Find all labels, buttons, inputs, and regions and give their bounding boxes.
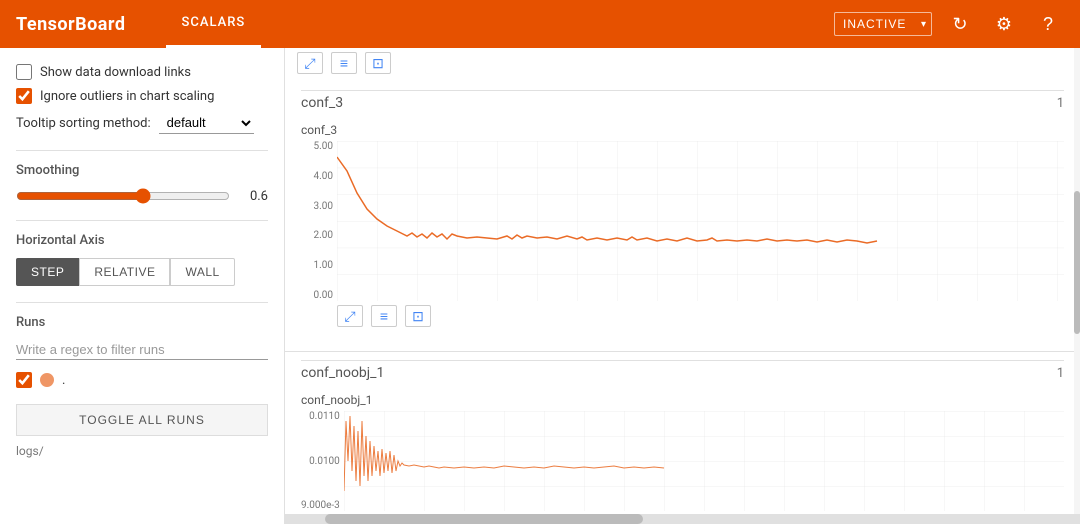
settings-button[interactable]: ⚙ [988,8,1020,40]
tooltip-sort-select[interactable]: default ascending descending nearest [159,112,254,134]
divider-3 [16,302,268,303]
tooltip-sorting-label: Tooltip sorting method: [16,116,151,131]
chart-section-count-conf3: 1 [1057,96,1064,111]
chart-section-conf3: conf_3 1 conf_3 5.00 4.00 3.00 2.00 1.00… [285,82,1080,352]
chart-header-conf3: conf_3 1 [301,90,1064,115]
chart-y-labels-conf3: 5.00 4.00 3.00 2.00 1.00 0.00 [301,141,337,301]
run-label: . [62,373,65,388]
legend-icon: ≡ [340,55,348,71]
ignore-outliers-label: Ignore outliers in chart scaling [40,89,214,104]
run-checkbox[interactable] [16,372,32,388]
logs-path: logs/ [16,444,268,458]
chart-title-conf3: conf_3 [301,123,1064,137]
smoothing-label: Smoothing [16,163,268,178]
y-label-noobj: 0.0110 [309,411,340,422]
divider-1 [16,150,268,151]
help-icon: ? [1043,14,1053,35]
gear-icon: ⚙ [996,14,1012,35]
runs-filter-input[interactable] [16,340,268,360]
legend-icon-button[interactable]: ≡ [331,52,357,74]
refresh-icon: ↻ [952,14,967,35]
refresh-button[interactable]: ↻ [944,8,976,40]
topbar-nav: SCALARS [166,0,262,48]
chart-area-conf3[interactable] [337,141,1064,301]
smoothing-value: 0.6 [240,189,268,204]
expand-icon-button[interactable]: ⤢ [297,52,323,74]
fit-icon-2: ⊡ [412,308,424,325]
divider-2 [16,220,268,221]
toggle-all-runs-button[interactable]: TOGGLE ALL RUNS [16,404,268,436]
layout: Show data download links Ignore outliers… [0,48,1080,524]
run-item: . [16,372,268,388]
y-label: 1.00 [314,260,334,271]
fit-icon-button-2[interactable]: ⊡ [405,305,431,327]
y-label: 3.00 [314,201,334,212]
chart-header-conf-noobj1: conf_noobj_1 1 [301,360,1064,385]
display-options: Show data download links Ignore outliers… [16,64,268,134]
runs-label: Runs [16,315,268,330]
tooltip-row: Tooltip sorting method: default ascendin… [16,112,268,134]
help-button[interactable]: ? [1032,8,1064,40]
fit-icon: ⊡ [372,55,384,72]
show-data-links-label: Show data download links [40,65,191,80]
runs-section: Runs . [16,315,268,388]
chart-toolbar-top: ⤢ ≡ ⊡ [285,48,1080,82]
smoothing-slider-row: 0.6 [16,188,268,204]
topbar-right: INACTIVE ▾ ↻ ⚙ ? [834,8,1064,40]
ignore-outliers-checkbox[interactable] [16,88,32,104]
inactive-wrapper: INACTIVE ▾ [834,12,932,36]
axis-buttons: STEP RELATIVE WALL [16,258,268,286]
main-content: ⤢ ≡ ⊡ conf_3 1 conf_3 5.00 4.00 3.00 2.0… [285,48,1080,524]
run-color-indicator [40,373,54,387]
chart-section-count-noobj: 1 [1057,366,1064,381]
expand-icon-2: ⤢ [344,308,355,325]
chart-toolbar-conf3: ⤢ ≡ ⊡ [301,301,1064,335]
chart-y-labels-noobj: 0.0110 0.0100 9.000e-3 [301,411,344,511]
inactive-select[interactable]: INACTIVE [834,12,932,36]
expand-icon: ⤢ [304,55,315,72]
horizontal-axis-label: Horizontal Axis [16,233,268,248]
smoothing-section: Smoothing 0.6 [16,163,268,204]
chart-section-title-conf3: conf_3 [301,95,343,111]
chart-section-conf-noobj1: conf_noobj_1 1 conf_noobj_1 0.0110 0.010… [285,352,1080,524]
show-data-links-row[interactable]: Show data download links [16,64,268,80]
chart-wrapper-noobj: 0.0110 0.0100 9.000e-3 [301,411,1064,511]
axis-step-button[interactable]: STEP [16,258,79,286]
chart-section-title-noobj: conf_noobj_1 [301,365,384,381]
chart-wrapper-conf3: 5.00 4.00 3.00 2.00 1.00 0.00 [301,141,1064,301]
axis-wall-button[interactable]: WALL [170,258,234,286]
expand-icon-button-2[interactable]: ⤢ [337,305,363,327]
ignore-outliers-row[interactable]: Ignore outliers in chart scaling [16,88,268,104]
y-label: 0.00 [314,290,334,301]
chart-title-noobj: conf_noobj_1 [301,393,1064,407]
smoothing-slider[interactable] [16,188,230,204]
horizontal-scrollbar[interactable] [285,514,1080,524]
fit-icon-button[interactable]: ⊡ [365,52,391,74]
y-label-noobj: 0.0100 [309,456,340,467]
y-label-noobj: 9.000e-3 [301,500,340,511]
y-label: 5.00 [314,141,334,152]
legend-icon-2: ≡ [380,308,388,324]
y-label: 2.00 [314,230,334,241]
chart-svg-noobj [344,411,1064,511]
sidebar: Show data download links Ignore outliers… [0,48,285,524]
chart-area-noobj[interactable] [344,411,1064,511]
app-logo: TensorBoard [16,14,126,35]
y-label: 4.00 [314,171,334,182]
show-data-links-checkbox[interactable] [16,64,32,80]
vertical-scrollbar[interactable] [1074,48,1080,524]
legend-icon-button-2[interactable]: ≡ [371,305,397,327]
axis-relative-button[interactable]: RELATIVE [79,258,170,286]
nav-scalars[interactable]: SCALARS [166,0,262,48]
horizontal-axis-section: Horizontal Axis STEP RELATIVE WALL [16,233,268,286]
horizontal-scrollbar-thumb[interactable] [325,514,643,524]
topbar: TensorBoard SCALARS INACTIVE ▾ ↻ ⚙ ? [0,0,1080,48]
vertical-scrollbar-thumb[interactable] [1074,191,1080,334]
chart-svg-conf3 [337,141,1064,301]
